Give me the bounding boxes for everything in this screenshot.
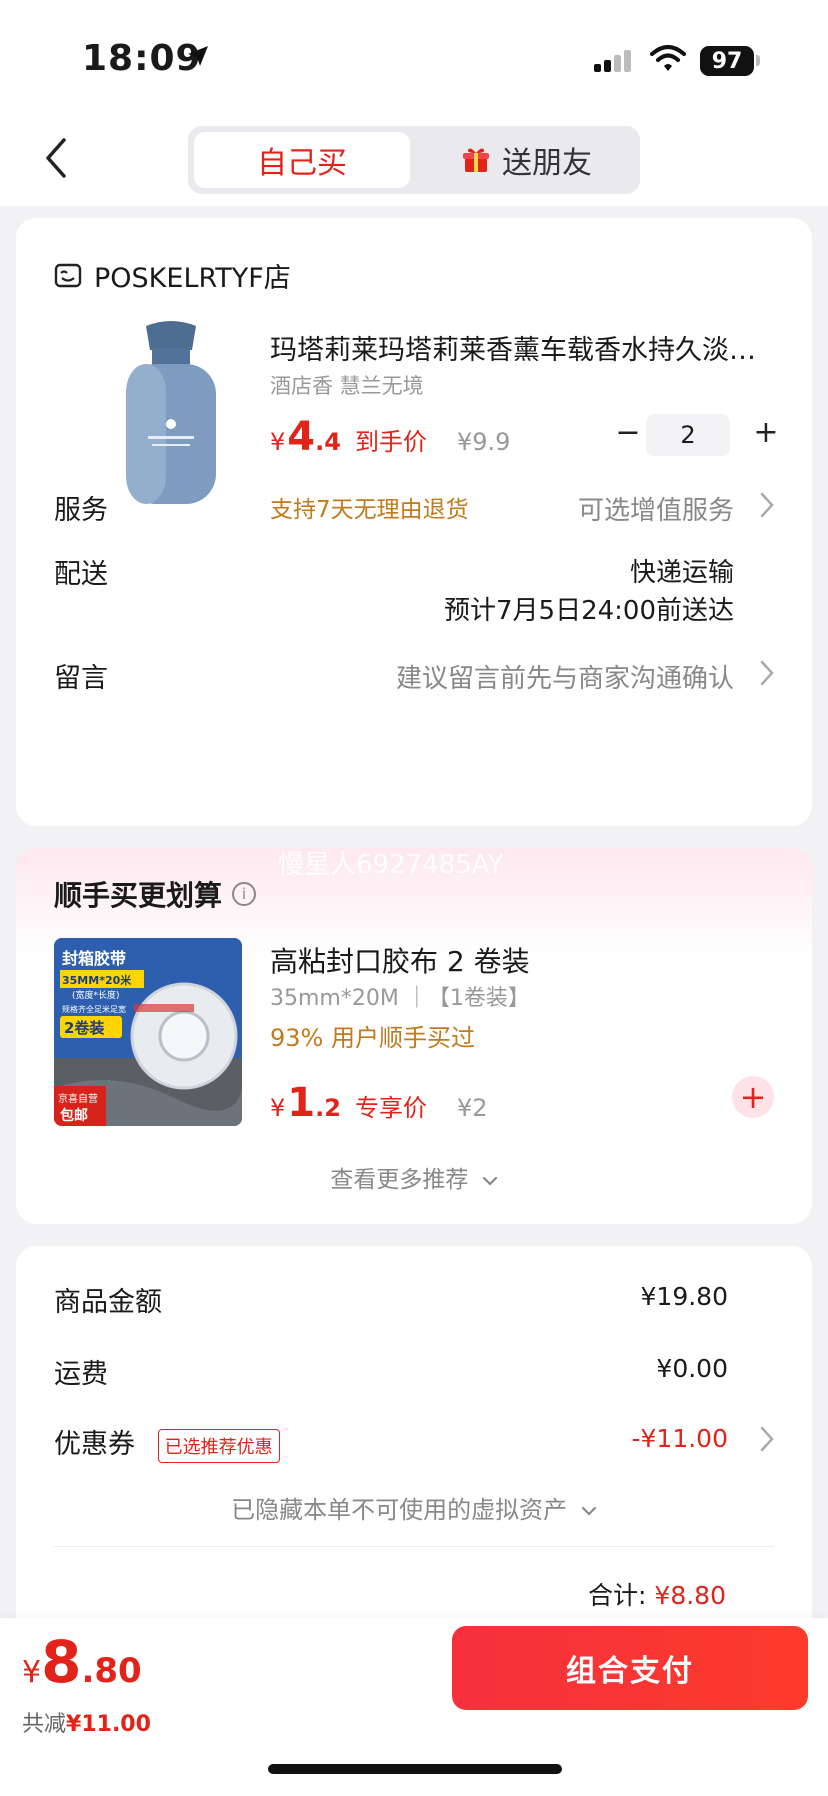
price-decimal: .2 [315, 1094, 341, 1122]
battery-tip [756, 55, 760, 66]
total-discount: 共减¥11.00 [22, 1706, 151, 1738]
recommend-title-text: 顺手买更划算 [54, 879, 223, 912]
price-tag: 专享价 [354, 1094, 427, 1122]
chevron-right-icon[interactable] [760, 492, 774, 518]
nav-bar: 自己买 送朋友 [0, 110, 828, 206]
status-bar: 18:09 97 [0, 0, 828, 110]
battery-level: 97 [711, 48, 743, 74]
wifi-icon [650, 45, 686, 71]
price-integer: 8 [41, 1628, 82, 1696]
original-price: ¥2 [456, 1094, 488, 1122]
delivery-label: 配送 [54, 559, 108, 590]
tab-buy-self[interactable]: 自己买 [194, 132, 410, 188]
order-item-card: POSKELRTYF店 玛塔莉莱玛塔莉莱香薰车载香水持久淡… 酒店香 慧兰无境 … [16, 218, 812, 826]
total-row: 合计: ¥8.80 [588, 1576, 726, 1612]
checkout-price: ¥ 8 .80 [22, 1628, 142, 1696]
order-summary-card: 商品金额 ¥19.80 运费 ¥0.00 优惠券 已选推荐优惠 -¥11.00 … [16, 1246, 812, 1646]
checkout-bar: ¥ 8 .80 共减¥11.00 组合支付 [0, 1618, 828, 1796]
recommend-item-price: ¥ 1 .2 专享价 ¥2 [270, 1080, 488, 1126]
tape-size-sub: (宽度*长度) [72, 989, 120, 1001]
goods-amount-label: 商品金额 [54, 1287, 162, 1318]
recommend-bought-stat: 93% 用户顺手买过 [270, 1024, 475, 1052]
shop-icon [54, 263, 82, 287]
tape-size: 35MM*20米 [62, 973, 132, 987]
coupon-label: 优惠券 [54, 1429, 135, 1460]
pay-button[interactable]: 组合支付 [452, 1626, 808, 1710]
product-spec[interactable]: 酒店香 慧兰无境 [270, 370, 424, 400]
price-integer: 4 [287, 414, 316, 460]
recommend-item-name[interactable]: 高粘封口胶布 2 卷装 [270, 940, 530, 980]
product-price: ¥ 4 .4 到手价 ¥9.9 [270, 414, 510, 460]
tape-label: 封箱胶带 [62, 949, 126, 968]
service-label: 服务 [54, 495, 108, 526]
recommend-item-image[interactable]: 封箱胶带 35MM*20米 (宽度*长度) 规格齐全足米足宽 2卷装 京喜自营 … [54, 938, 242, 1126]
location-arrow-icon [188, 46, 208, 66]
tape-pack: 2卷装 [64, 1019, 105, 1037]
chevron-right-icon[interactable] [760, 1426, 774, 1452]
shop-header[interactable]: POSKELRTYF店 [54, 256, 291, 295]
tape-product-art: 封箱胶带 35MM*20米 (宽度*长度) 规格齐全足米足宽 2卷装 京喜自营 … [54, 938, 242, 1126]
quantity-increase-button[interactable]: + [748, 414, 784, 450]
product-title[interactable]: 玛塔莉莱玛塔莉莱香薰车载香水持久淡… [270, 328, 790, 367]
divider [54, 1546, 774, 1547]
discount-label: 共减 [22, 1712, 67, 1737]
info-icon[interactable]: i [232, 882, 257, 906]
chevron-right-icon[interactable] [760, 660, 774, 686]
total-value: ¥8.80 [654, 1581, 726, 1610]
quantity-decrease-button[interactable]: − [610, 414, 646, 450]
recommend-item-spec: 35mm*20M ｜【1卷装】 [270, 986, 530, 1011]
purchase-mode-switch: 自己买 送朋友 [188, 126, 640, 194]
price-decimal: .4 [315, 428, 341, 456]
shipping-label: 运费 [54, 1359, 108, 1390]
discount-value: ¥11.00 [66, 1712, 151, 1737]
total-label: 合计: [588, 1581, 647, 1610]
gift-icon [463, 148, 489, 172]
note-input[interactable]: 建议留言前先与商家沟通确认 [396, 658, 734, 695]
recommend-title: 顺手买更划算 i [54, 874, 257, 914]
price-tag: 到手价 [354, 428, 427, 456]
return-policy: 支持7天无理由退货 [270, 497, 469, 523]
shop-name: POSKELRTYF店 [94, 263, 291, 294]
shipping-value: ¥0.00 [656, 1354, 728, 1383]
free-ship-label: 包邮 [60, 1107, 88, 1124]
jd-label: 京喜自营 [58, 1092, 98, 1105]
battery-icon: 97 [700, 46, 754, 76]
price-currency: ¥ [270, 1094, 286, 1122]
tape-tagline: 规格齐全足米足宽 [62, 1004, 126, 1014]
hidden-assets-label: 已隐藏本单不可使用的虚拟资产 [231, 1496, 568, 1524]
price-integer: 1 [287, 1080, 316, 1126]
back-button[interactable] [36, 130, 76, 186]
more-recommend-label: 查看更多推荐 [330, 1167, 469, 1193]
goods-amount-value: ¥19.80 [640, 1282, 728, 1311]
price-decimal: .80 [81, 1651, 142, 1691]
back-chevron-icon [46, 138, 66, 178]
chevron-down-icon [482, 1176, 497, 1186]
signal-icon [594, 50, 631, 72]
price-currency: ¥ [270, 428, 286, 456]
hidden-assets-toggle[interactable]: 已隐藏本单不可使用的虚拟资产 [16, 1490, 812, 1525]
home-indicator [268, 1764, 562, 1774]
price-currency: ¥ [22, 1655, 42, 1690]
watermark: 慢星人6927485AY [278, 850, 504, 880]
service-value[interactable]: 可选增值服务 [578, 490, 734, 527]
original-price: ¥9.9 [456, 428, 511, 456]
recommend-card: 慢星人6927485AY 顺手买更划算 i 封箱胶带 35MM*20米 (宽度*… [16, 848, 812, 1224]
chevron-down-icon [581, 1506, 596, 1516]
coupon-row[interactable]: 优惠券 已选推荐优惠 [54, 1422, 280, 1463]
plus-circle-icon[interactable]: + [732, 1076, 774, 1118]
product-image[interactable] [96, 318, 246, 508]
more-recommend-link[interactable]: 查看更多推荐 [16, 1160, 812, 1194]
quantity-input[interactable]: 2 [646, 414, 730, 456]
tab-send-friend[interactable]: 送朋友 [420, 132, 634, 188]
status-time: 18:09 [82, 38, 202, 79]
tab-send-friend-label: 送朋友 [502, 146, 592, 181]
delivery-method[interactable]: 快递运输 [630, 552, 734, 589]
coupon-value[interactable]: -¥11.00 [632, 1424, 729, 1453]
note-label: 留言 [54, 663, 108, 694]
coupon-badge: 已选推荐优惠 [157, 1428, 280, 1463]
delivery-eta[interactable]: 预计7月5日24:00前送达 [444, 590, 734, 627]
